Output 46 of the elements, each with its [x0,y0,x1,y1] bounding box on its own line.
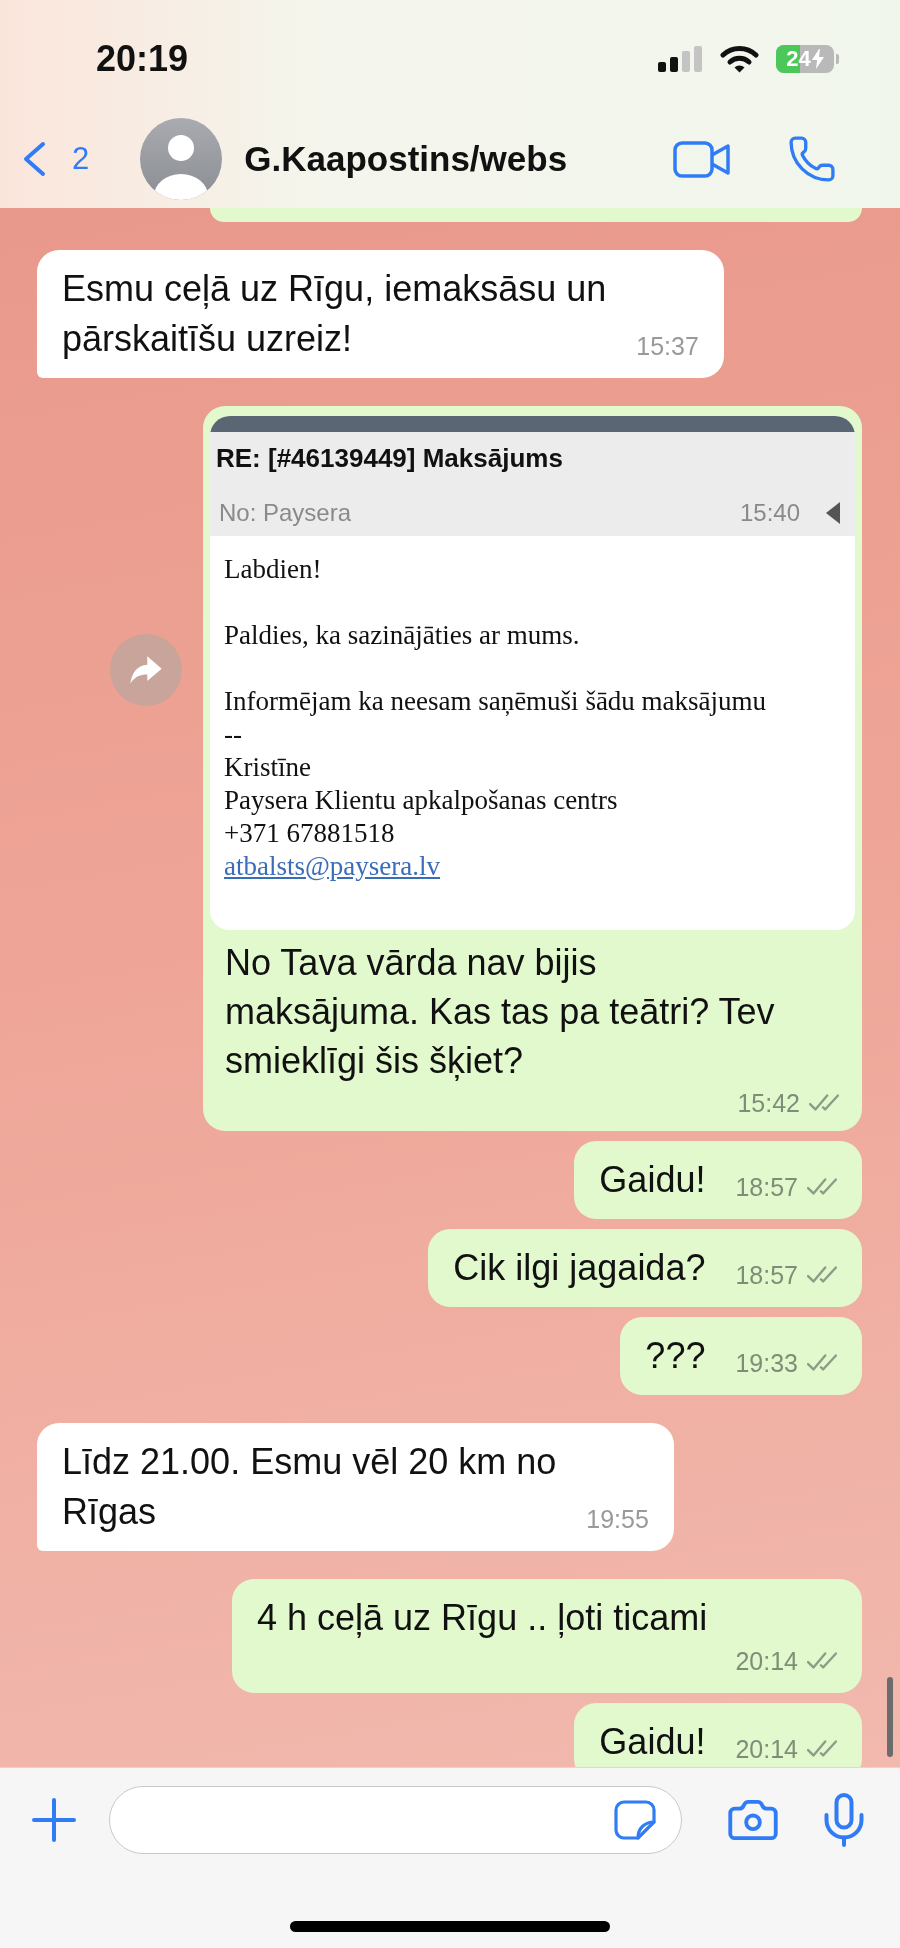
signature-line: +371 67881518 [224,817,395,850]
message-time: 19:55 [586,1505,649,1533]
message-time: 19:33 [735,1349,798,1377]
message-text: Gaidu! [599,1158,706,1202]
voice-call-button[interactable] [789,136,835,182]
microphone-icon [824,1792,864,1848]
sticker-icon[interactable] [614,1800,656,1840]
camera-button[interactable] [728,1799,778,1841]
message-time: 20:14 [735,1647,798,1675]
phone-icon [789,136,835,182]
message-text: Esmu ceļā uz Rīgu, iemaksāsu un pārskaitīšu uzreiz! [62,267,607,361]
email-paragraph: Paldies, ka sazinājāties ar mums. [224,619,580,652]
message-time: 20:14 [735,1735,798,1763]
email-time: 15:40 [739,499,800,527]
email-paragraph: Labdien! [224,553,322,586]
email-sender: No: Paysera [219,499,352,527]
email-link[interactable]: atbalsts@paysera.lv [224,850,441,883]
video-camera-icon [673,140,731,178]
message-text: 4 h ceļā uz Rīgu .. ļoti ticami [257,1596,708,1640]
signature-line: Paysera Klientu apkalpošanas centrs [224,784,618,817]
status-time: 20:19 [96,39,189,79]
message-text: No Tava vārda nav bijis maksājuma. Kas tas pa teātri? Tev smieklīgi šis šķiet? [225,941,775,1083]
message-time: 15:42 [737,1089,800,1117]
email-paragraph: Informējam ka neesam saņēmuši šādu maksājumu [224,685,767,718]
message-time: 18:57 [735,1261,798,1289]
forward-arrow-icon [129,655,163,685]
video-call-button[interactable] [673,140,731,178]
triangle-left-icon [826,502,840,524]
add-button[interactable] [32,1798,76,1842]
email-subject: RE: [#46139449] Maksājums [216,443,563,473]
contact-name[interactable]: G.Kaapostins/webs [244,139,568,179]
chevron-left-icon [22,141,47,177]
signature-line: -- [224,718,242,751]
message-text: Līdz 21.00. Esmu vēl 20 km no Rīgas [62,1440,557,1534]
back-button[interactable]: 2 [22,141,90,177]
message-text: ??? [645,1334,706,1378]
message-text: Gaidu! [599,1720,706,1764]
camera-icon [728,1799,778,1841]
plus-icon [32,1798,76,1842]
signature-line: Kristīne [224,751,311,784]
message-text: Cik ilgi jagaida? [453,1246,706,1290]
signal-icon [658,46,703,72]
wifi-icon [720,45,759,73]
message-time: 15:37 [636,332,699,360]
message-time: 18:57 [735,1173,798,1201]
microphone-button[interactable] [824,1792,864,1848]
